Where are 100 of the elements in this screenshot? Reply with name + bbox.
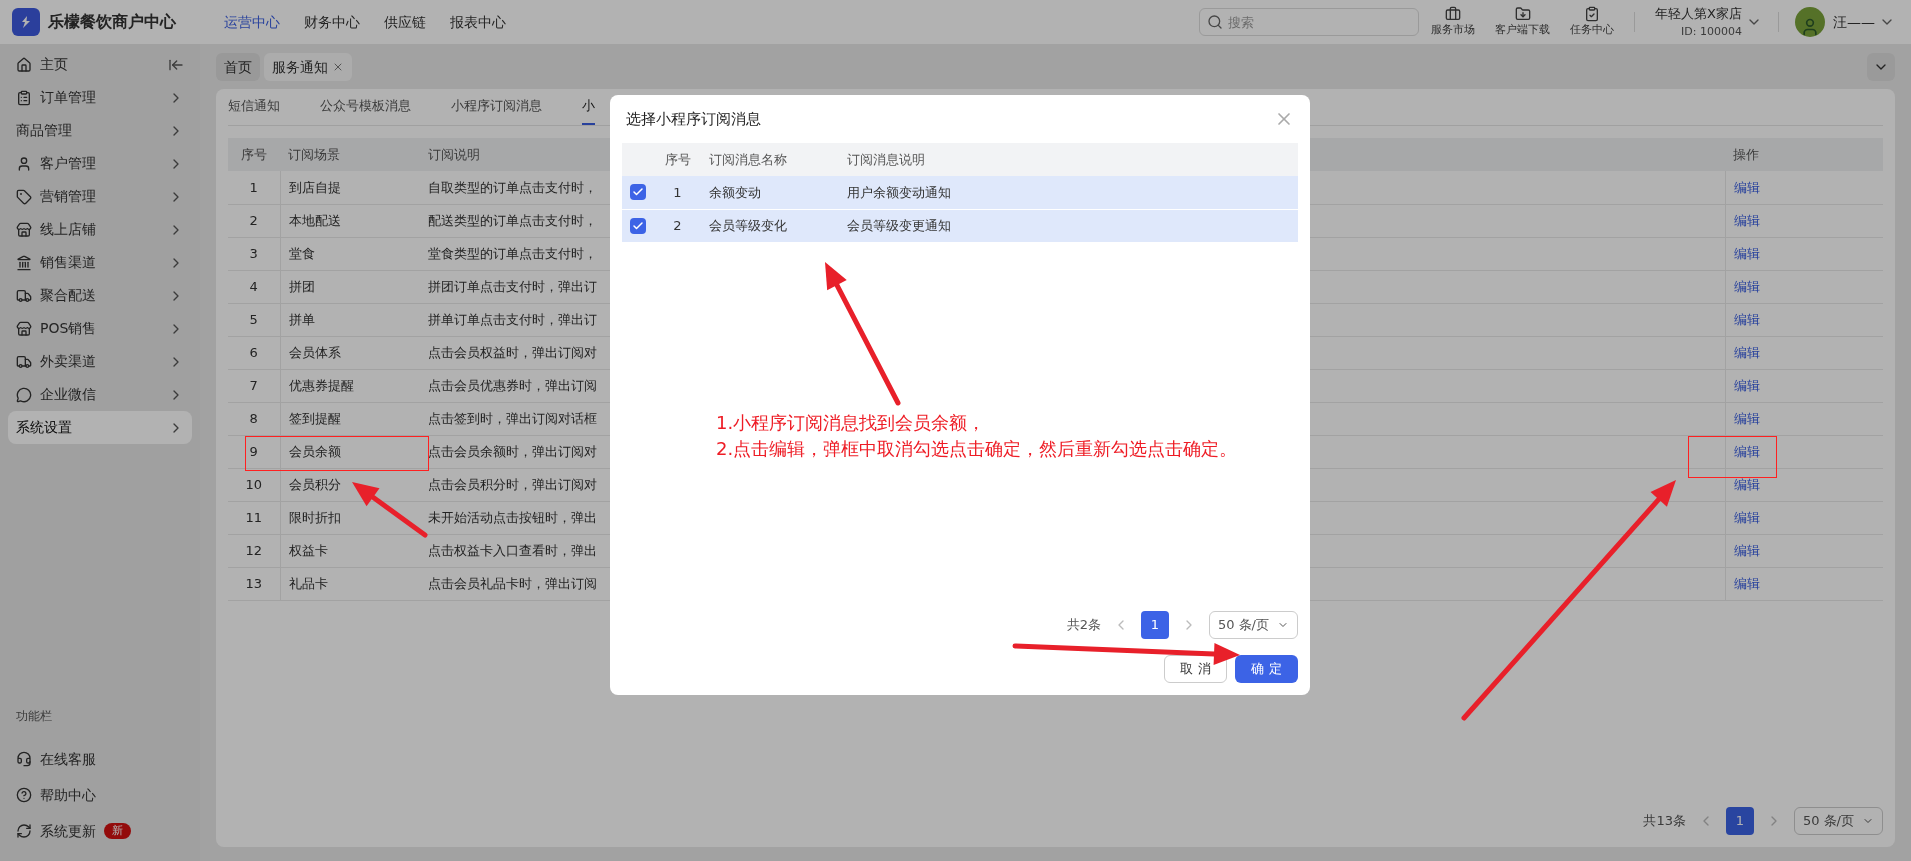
table-cell: 10 (228, 468, 280, 501)
table-cell: 余额变动 (701, 176, 839, 209)
table-cell: 本地配送 (280, 204, 420, 237)
table-cell: 1 (654, 176, 701, 209)
search-field[interactable]: 搜索 (1199, 8, 1420, 36)
table-cell: 未开始活动点击按钮时，弹出 (428, 509, 597, 525)
sidebar-link[interactable]: 系统更新 (40, 820, 96, 842)
headset-icon (16, 751, 32, 767)
column-header: 订阅场景 (288, 146, 340, 162)
table-cell: 点击会员余额时，弹出订阅对 (428, 443, 597, 459)
tag-icon (16, 188, 32, 205)
table-cell: 拼团 (280, 270, 420, 303)
table-cell: 拼团订单点击支付时，弹出订 (428, 278, 597, 294)
sidebar-item[interactable]: POS销售 (8, 312, 192, 345)
table-cell: 8 (228, 402, 280, 435)
table-cell: 签到提醒 (280, 402, 420, 435)
table-cell: 点击会员积分时，弹出订阅对 (428, 476, 597, 492)
chat-icon (16, 386, 32, 403)
sidebar-item[interactable]: 商品管理 (8, 114, 192, 147)
refresh-icon (16, 823, 32, 839)
nav-tab[interactable]: 财务中心 (304, 11, 360, 33)
edit-link[interactable]: 编辑 (1733, 575, 1760, 591)
page-size-select[interactable]: 50 条/页 (1793, 807, 1883, 835)
nav-tab[interactable]: 供应链 (384, 11, 426, 33)
sidebar-item[interactable]: 营销管理 (8, 180, 192, 213)
truck-icon (16, 353, 32, 370)
page-tab[interactable]: 服务通知 (264, 53, 352, 81)
checkbox[interactable] (630, 184, 646, 201)
nav-tab[interactable]: 运营中心 (224, 11, 280, 33)
edit-link[interactable]: 编辑 (1733, 311, 1760, 327)
table-cell: 到店自提 (280, 171, 420, 204)
toolbar-button[interactable]: 客户端下载 (1495, 5, 1551, 39)
table-cell: 会员余额 (280, 435, 420, 468)
edit-link[interactable]: 编辑 (1733, 212, 1760, 228)
nav-tab[interactable]: 报表中心 (450, 11, 506, 33)
edit-link[interactable]: 编辑 (1733, 278, 1760, 294)
sidebar-item[interactable]: 系统设置 (8, 411, 192, 444)
truck-icon (16, 287, 32, 304)
column-header: 序号 (241, 146, 267, 162)
edit-link[interactable]: 编辑 (1733, 377, 1760, 393)
table-cell: 2 (228, 204, 280, 237)
store-name: 年轻人第X家店 (1655, 5, 1742, 23)
page-button[interactable]: 1 (1725, 807, 1754, 835)
close-icon[interactable] (332, 61, 344, 73)
store-icon (16, 320, 32, 337)
table-cell: 用户余额变动通知 (839, 176, 1298, 209)
sidebar-link[interactable]: 帮助中心 (40, 784, 96, 806)
home-icon (16, 56, 32, 73)
cancel-button[interactable]: 取 消 (1164, 655, 1227, 683)
column-header: 操作 (1733, 146, 1759, 162)
logo-icon (12, 8, 40, 36)
toolbar-button[interactable]: 服务市场 (1431, 5, 1476, 39)
table-cell: 优惠券提醒 (280, 369, 420, 402)
table-cell: 9 (228, 435, 280, 468)
edit-link[interactable]: 编辑 (1733, 344, 1760, 360)
sub-tab[interactable]: 小 (582, 89, 595, 125)
table-cell: 点击权益卡入口查看时，弹出 (428, 542, 597, 558)
table-cell: 权益卡 (280, 534, 420, 567)
search-icon (1207, 14, 1224, 30)
store-icon (16, 221, 32, 238)
avatar[interactable] (1795, 7, 1825, 37)
page-size-select[interactable]: 50 条/页 (1208, 611, 1298, 639)
table-cell: 1 (228, 171, 280, 204)
confirm-button[interactable]: 确 定 (1235, 655, 1298, 683)
table-cell: 会员等级变更通知 (839, 209, 1298, 242)
sidebar-item[interactable]: 聚合配送 (8, 279, 192, 312)
page-tab[interactable]: 首页 (216, 53, 260, 81)
sub-tab[interactable]: 公众号模板消息 (320, 89, 411, 125)
sidebar-item[interactable]: 订单管理 (8, 81, 192, 114)
edit-link[interactable]: 编辑 (1733, 245, 1760, 261)
edit-link[interactable]: 编辑 (1733, 443, 1760, 459)
sidebar-item[interactable]: 客户管理 (8, 147, 192, 180)
checkbox[interactable] (630, 217, 646, 234)
table-cell: 6 (228, 336, 280, 369)
sidebar-item[interactable]: 线上店铺 (8, 213, 192, 246)
sidebar-item[interactable]: 企业微信 (8, 378, 192, 411)
sub-tab[interactable]: 短信通知 (228, 89, 280, 125)
toolbar-button[interactable]: 任务中心 (1570, 5, 1615, 39)
sidebar-item[interactable]: 主页 (8, 48, 192, 81)
edit-link[interactable]: 编辑 (1733, 410, 1760, 426)
bank-icon (16, 254, 32, 271)
table-cell: 堂食 (280, 237, 420, 270)
table-cell: 7 (228, 369, 280, 402)
sidebar-item[interactable]: 销售渠道 (8, 246, 192, 279)
table-cell: 点击会员权益时，弹出订阅对 (428, 344, 597, 360)
edit-link[interactable]: 编辑 (1733, 509, 1760, 525)
table-cell: 礼品卡 (280, 567, 420, 600)
sub-tab[interactable]: 小程序订阅消息 (451, 89, 542, 125)
edit-link[interactable]: 编辑 (1733, 179, 1760, 195)
page-button[interactable]: 1 (1140, 611, 1169, 639)
expand-button[interactable] (1867, 53, 1895, 81)
table-cell: 点击会员优惠券时，弹出订阅 (428, 377, 597, 393)
edit-link[interactable]: 编辑 (1733, 476, 1760, 492)
table-cell: 拼单订单点击支付时，弹出订 (428, 311, 597, 327)
sidebar-item[interactable]: 外卖渠道 (8, 345, 192, 378)
user-icon (16, 155, 32, 172)
annotation-text: 1.小程序订阅消息找到会员余额， (716, 411, 987, 435)
sidebar-link[interactable]: 在线客服 (40, 748, 96, 770)
table-cell: 自取类型的订单点击支付时， (428, 179, 597, 195)
edit-link[interactable]: 编辑 (1733, 542, 1760, 558)
